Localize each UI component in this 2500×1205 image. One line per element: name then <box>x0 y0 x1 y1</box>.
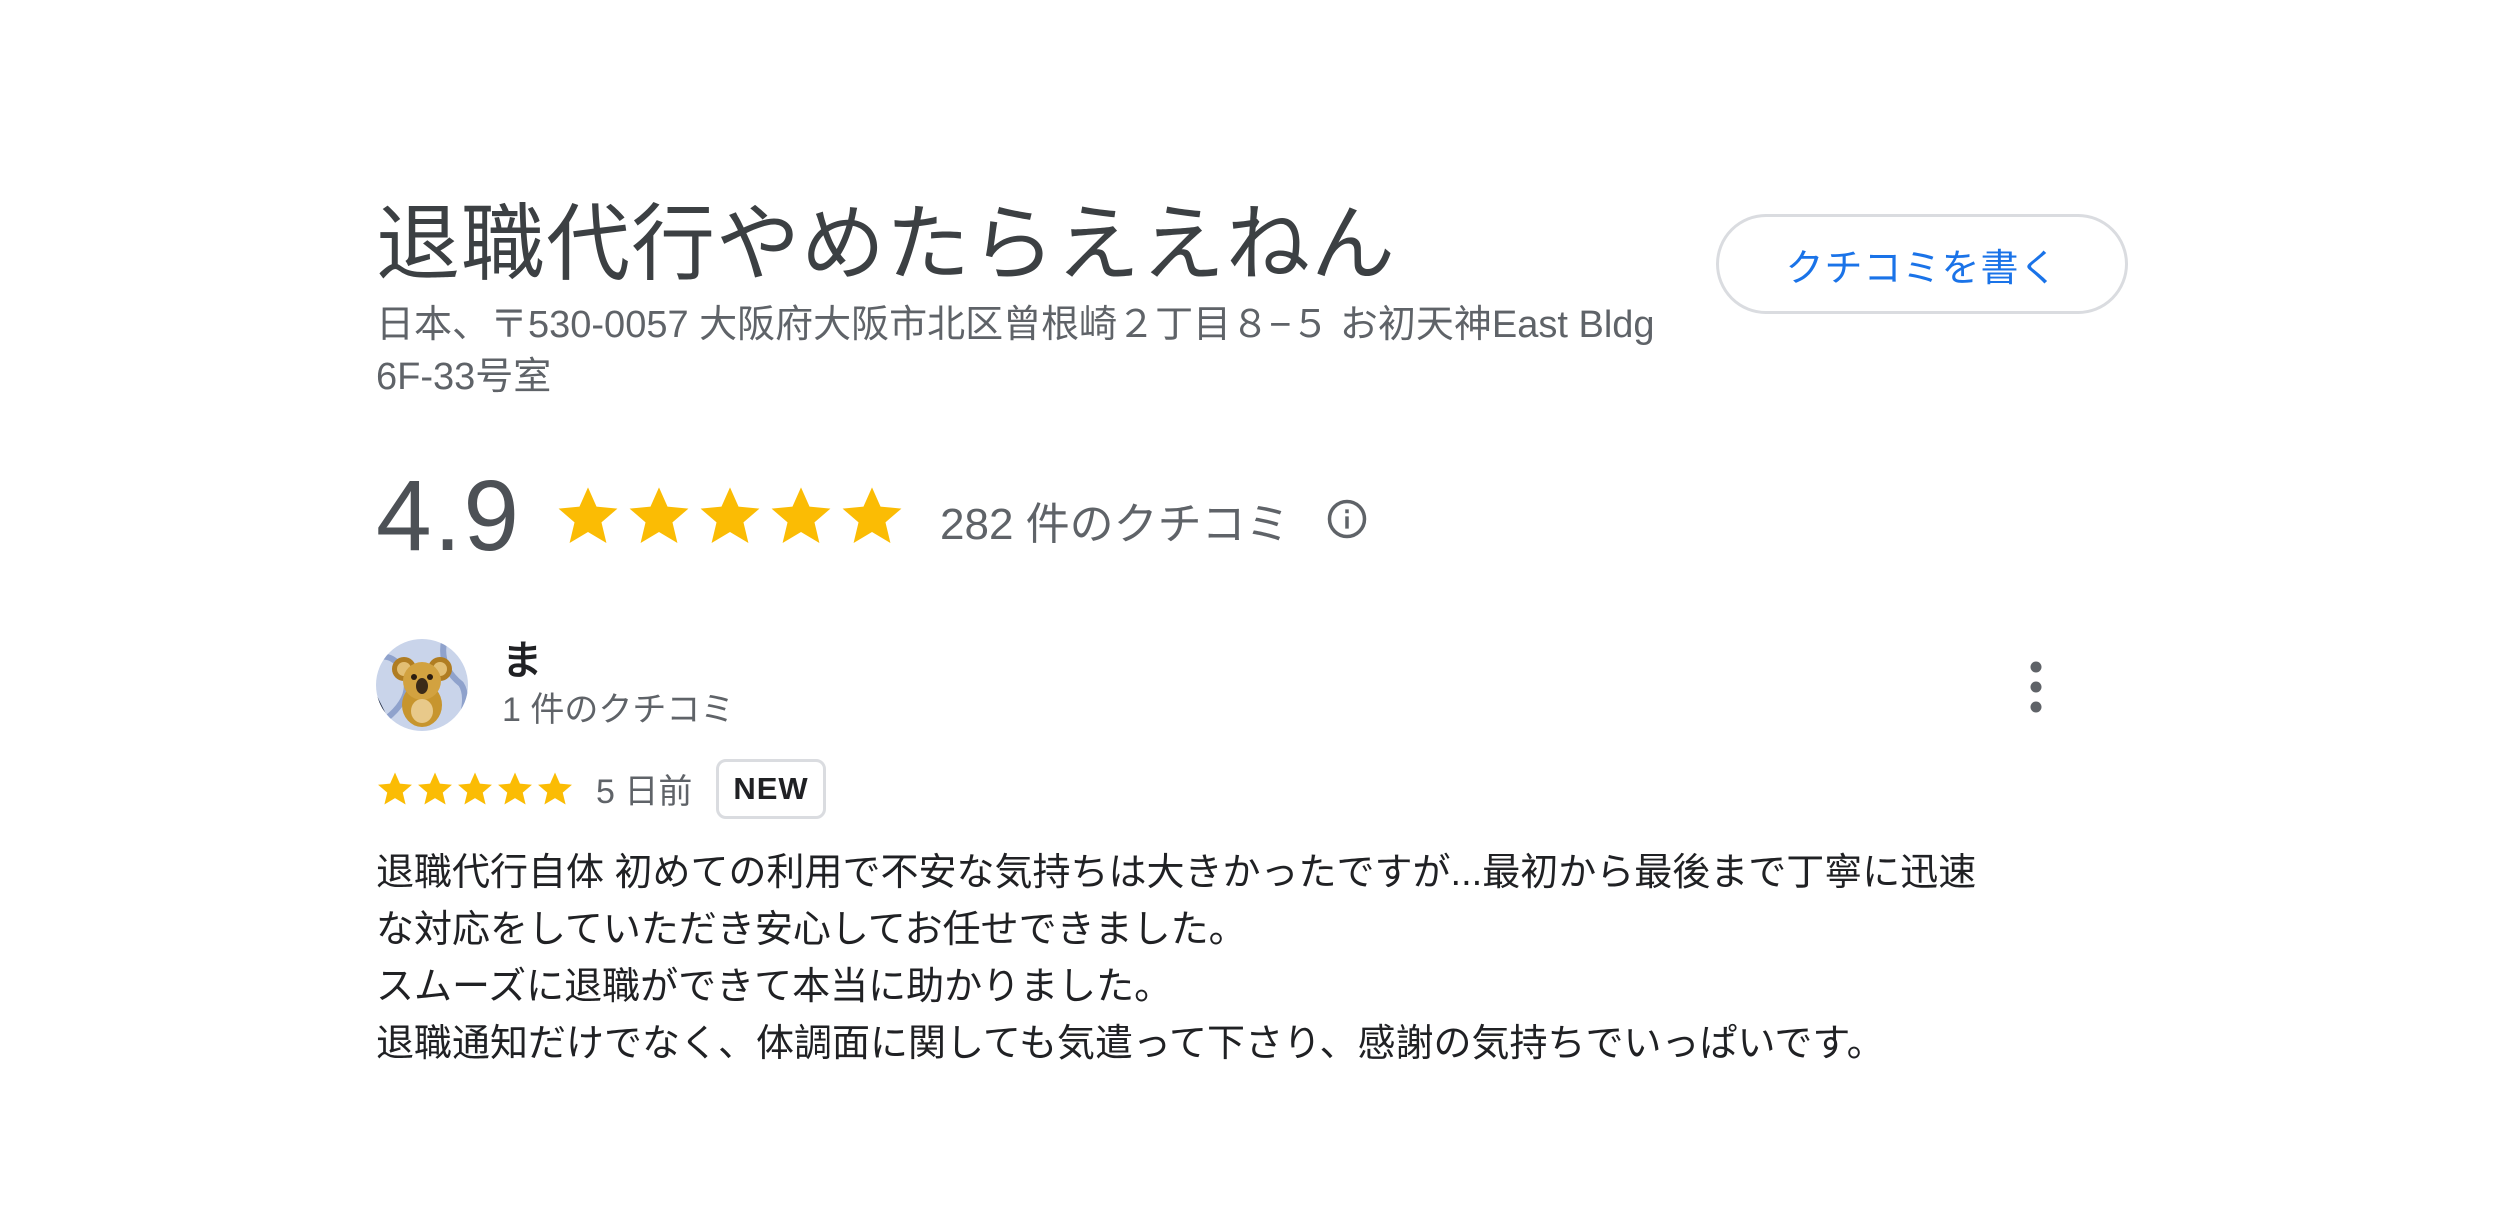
review-panel: 退職代行やめたらええねん 日本、〒530-0057 大阪府大阪市北区曾根崎２丁目… <box>376 196 2136 1073</box>
place-header: 退職代行やめたらええねん 日本、〒530-0057 大阪府大阪市北区曾根崎２丁目… <box>376 196 2136 403</box>
review-meta-row: 5 日前 NEW <box>376 758 2066 819</box>
reviewer-row: ま 1 件のクチコミ <box>376 637 2066 733</box>
review-text-line: スムーズに退職ができて本当に助かりました。 <box>376 965 1173 1008</box>
more-vert-icon[interactable] <box>2006 647 2066 727</box>
new-badge: NEW <box>716 758 826 819</box>
review-text-line: な対応をしていただき安心してお任せできました。 <box>376 908 1247 951</box>
review-text-line: 退職代行自体 初めての利用で不安な気持ちは大きかったですが...最初から最後まで… <box>376 851 1977 894</box>
star-icon <box>498 772 532 805</box>
rating-score: 4.9 <box>376 459 522 572</box>
star-icon <box>538 772 572 805</box>
star-icon <box>378 772 412 805</box>
address-line-1: 日本、〒530-0057 大阪府大阪市北区曾根崎２丁目８−５ お初天神East … <box>376 303 1655 346</box>
review-text-line: 退職通知だけでなく、体調面に関しても気遣って下さり、感謝の気持ちでいっぱいです。 <box>376 1022 1885 1065</box>
star-icon <box>418 772 452 805</box>
reviewer-info: ま 1 件のクチコミ <box>502 637 734 733</box>
review-stars <box>376 770 576 808</box>
address-line-2: 6F-33号室 <box>376 355 552 398</box>
review-text: 退職代行自体 初めての利用で不安な気持ちは大きかったですが...最初から最後まで… <box>376 845 2076 1073</box>
star-icon <box>700 486 760 543</box>
write-review-button[interactable]: クチコミを書く <box>1716 214 2128 314</box>
star-icon <box>558 486 618 543</box>
info-icon[interactable] <box>1326 498 1368 540</box>
star-icon <box>842 486 902 543</box>
star-icon <box>771 486 831 543</box>
review-count: 282 件のクチコミ <box>940 499 1290 549</box>
reviewer-review-count: 1 件のクチコミ <box>502 690 735 729</box>
koala-avatar[interactable] <box>376 638 468 731</box>
rating-stars <box>555 483 910 549</box>
review-item: ま 1 件のクチコミ 5 日前 NEW 退職代行自体 初めての利用で不安な気持ち… <box>376 637 2066 1073</box>
rating-summary: 4.9 282 件のクチコミ <box>376 461 2136 571</box>
reviewer-name[interactable]: ま <box>502 637 734 685</box>
star-icon <box>629 486 689 543</box>
place-address: 日本、〒530-0057 大阪府大阪市北区曾根崎２丁目８−５ お初天神East … <box>376 299 1746 403</box>
star-icon <box>458 772 492 805</box>
review-date: 5 日前 <box>596 773 693 812</box>
